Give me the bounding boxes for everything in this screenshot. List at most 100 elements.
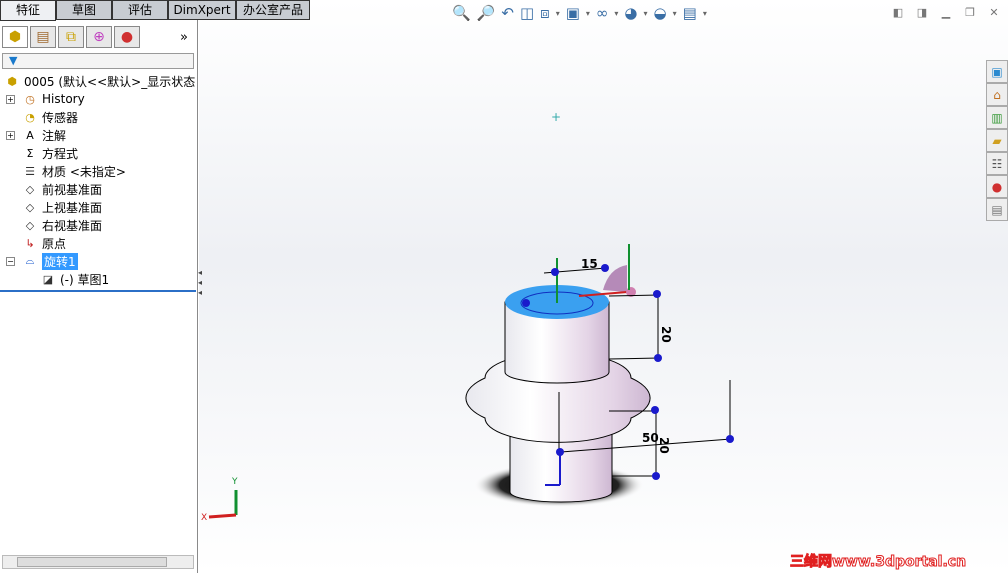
appearances-icon[interactable]: ● (986, 175, 1008, 198)
material-icon: ☰ (25, 164, 35, 178)
tree-item-label: 右视基准面 (42, 218, 103, 233)
tree-item[interactable]: ◇ 前视基准面 (0, 180, 196, 198)
heads-up-view-toolbar: 🔍 🔎 ↶ ◫ ⧈ ▾ ▣ ▾ ∞ ▾ ◕ ▾ ◒ ▾ ▤ ▾ (452, 4, 707, 22)
tree-item[interactable]: Σ 方程式 (0, 144, 196, 162)
scroll-thumb[interactable] (17, 557, 167, 567)
expand-toggle[interactable]: + (6, 94, 15, 104)
tree-item[interactable]: ☰ 材质 <未指定> (0, 162, 196, 180)
tree-item-label: 注解 (42, 128, 67, 143)
edit-appearance-icon[interactable]: ◕ (624, 4, 637, 22)
filter-box[interactable]: ▼ (2, 53, 194, 69)
tile-left-icon[interactable]: ◧ (890, 6, 906, 20)
model-canvas: + 15 20 20 50 Y X (201, 110, 734, 523)
display-manager-icon[interactable]: ● (114, 26, 140, 48)
tree-item-label: (-) 草图1 (60, 272, 110, 287)
revolve-icon: ⌓ (25, 254, 35, 267)
tree-item[interactable]: + A 注解 (0, 126, 196, 144)
dimxpert-manager-icon[interactable]: ⊕ (86, 26, 112, 48)
feature-tree: ⬢ 0005 (默认<<默认>_显示状态 + ◷ History ◔ 传感器 + A 注解 Σ 方程式… (0, 72, 196, 288)
origin-marker: + (551, 110, 561, 124)
more-tabs-button[interactable]: » (180, 30, 188, 45)
hide-show-icon[interactable]: ∞ (596, 4, 609, 22)
filter-icon: ▼ (9, 54, 18, 67)
tree-item[interactable]: ◇ 右视基准面 (0, 216, 196, 234)
tab-evaluate[interactable]: 评估 (112, 0, 168, 20)
tree-item[interactable]: + ◷ History (0, 90, 196, 108)
tree-item-label: 前视基准面 (42, 182, 103, 197)
file-explorer-icon[interactable]: ▰ (986, 129, 1008, 152)
tab-sketch[interactable]: 草图 (56, 0, 112, 20)
restore-icon[interactable]: ❐ (962, 6, 978, 20)
tab-dimxpert[interactable]: DimXpert (168, 0, 236, 20)
annotation-icon: A (26, 128, 34, 142)
tree-item[interactable]: ◇ 上视基准面 (0, 198, 196, 216)
dropdown-arrow-icon[interactable]: ▾ (614, 9, 618, 18)
equation-icon: Σ (26, 146, 34, 160)
tree-item-label: 旋转1 (42, 252, 78, 270)
task-pane-tabs: ▣ ⌂ ▥ ▰ ☷ ● ▤ (986, 60, 1008, 221)
custom-properties-icon[interactable]: ▤ (986, 198, 1008, 221)
dropdown-arrow-icon[interactable]: ▾ (586, 9, 590, 18)
expand-toggle[interactable]: − (6, 256, 15, 266)
tree-item-label: 原点 (42, 236, 67, 251)
tree-item-label: History (42, 92, 85, 106)
view-settings-icon[interactable]: ▤ (683, 4, 697, 22)
plane-icon: ◇ (25, 182, 35, 196)
view-palette-icon[interactable]: ☷ (986, 152, 1008, 175)
plane-icon: ◇ (25, 200, 35, 214)
tree-item[interactable]: − ⌓ 旋转1 (0, 252, 196, 270)
design-library-icon[interactable]: ▥ (986, 106, 1008, 129)
dropdown-arrow-icon[interactable]: ▾ (673, 9, 677, 18)
dimension-50[interactable]: 50 (642, 431, 659, 445)
history-icon: ◷ (25, 92, 35, 106)
tree-item[interactable]: ⬢ 0005 (默认<<默认>_显示状态 (0, 72, 196, 90)
origin-icon: ↳ (25, 236, 35, 250)
dimension-20-upper[interactable]: 20 (659, 326, 673, 343)
rollback-bar[interactable] (0, 290, 196, 292)
display-style-icon[interactable]: ▣ (566, 4, 580, 22)
dropdown-arrow-icon[interactable]: ▾ (644, 9, 648, 18)
previous-view-icon[interactable]: ↶ (501, 4, 514, 22)
watermark: 三维网www.3dportal.cn (789, 554, 967, 571)
tree-item-label: 方程式 (42, 146, 79, 161)
tree-item-label: 传感器 (42, 110, 79, 125)
zoom-area-icon[interactable]: 🔎 (477, 4, 496, 22)
property-manager-icon[interactable]: ▤ (30, 26, 56, 48)
triad-x-label: X (201, 513, 207, 523)
plane-icon: ◇ (25, 218, 35, 232)
section-view-icon[interactable]: ◫ (520, 4, 534, 22)
solidworks-resources-icon[interactable]: ▣ (986, 60, 1008, 83)
tree-item-label: 上视基准面 (42, 200, 103, 215)
apply-scene-icon[interactable]: ◒ (654, 4, 667, 22)
horizontal-scrollbar[interactable] (2, 555, 194, 569)
window-controls: ◧ ◨ ▁ ❐ ✕ (890, 6, 1002, 20)
tree-item[interactable]: ↳ 原点 (0, 234, 196, 252)
expand-toggle[interactable]: + (6, 130, 15, 140)
tab-features[interactable]: 特征 (0, 0, 56, 21)
triad-y-label: Y (231, 477, 238, 487)
dropdown-arrow-icon[interactable]: ▾ (556, 9, 560, 18)
configuration-manager-icon[interactable]: ⧉ (58, 26, 84, 48)
tab-office-products[interactable]: 办公室产品 (236, 0, 310, 20)
feature-manager-icon[interactable]: ⬢ (2, 26, 28, 48)
dropdown-arrow-icon[interactable]: ▾ (703, 9, 707, 18)
tree-item[interactable]: ◔ 传感器 (0, 108, 196, 126)
sketch-icon: ◪ (42, 272, 54, 286)
tree-item-label: 0005 (默认<<默认>_显示状态 (24, 74, 196, 89)
dimension-20-lower[interactable]: 20 (657, 437, 671, 454)
tree-item-label: 材质 <未指定> (42, 164, 126, 179)
dimension-15[interactable]: 15 (581, 257, 598, 271)
reference-triad: Y X (201, 477, 238, 523)
tree-item[interactable]: ◪ (-) 草图1 (0, 270, 196, 288)
tile-right-icon[interactable]: ◨ (914, 6, 930, 20)
view-orientation-icon[interactable]: ⧈ (540, 4, 550, 22)
home-icon[interactable]: ⌂ (986, 83, 1008, 106)
zoom-to-fit-icon[interactable]: 🔍 (452, 4, 471, 22)
sensor-icon: ◔ (25, 110, 35, 124)
graphics-viewport[interactable]: + 15 20 20 50 Y X 🔍 🔎 ↶ ◫ ⧈ ▾ ▣ ▾ ∞ ▾ ◕ ▾ ◒ ▾ ▤ ▾ ◧ ◨ ▁… (199, 0, 1008, 573)
panel-collapse-handle[interactable]: ◂ ◂ ◂ (198, 268, 206, 304)
close-icon[interactable]: ✕ (986, 6, 1002, 20)
command-manager-tabs: 特征 草图 评估 DimXpert 办公室产品 (0, 0, 310, 21)
feature-manager-panel: ⬢ ▤ ⧉ ⊕ ● » ▼ ⬢ 0005 (默认<<默认>_显示状态 + ◷ Histo… (0, 20, 198, 573)
minimize-icon[interactable]: ▁ (938, 6, 954, 20)
